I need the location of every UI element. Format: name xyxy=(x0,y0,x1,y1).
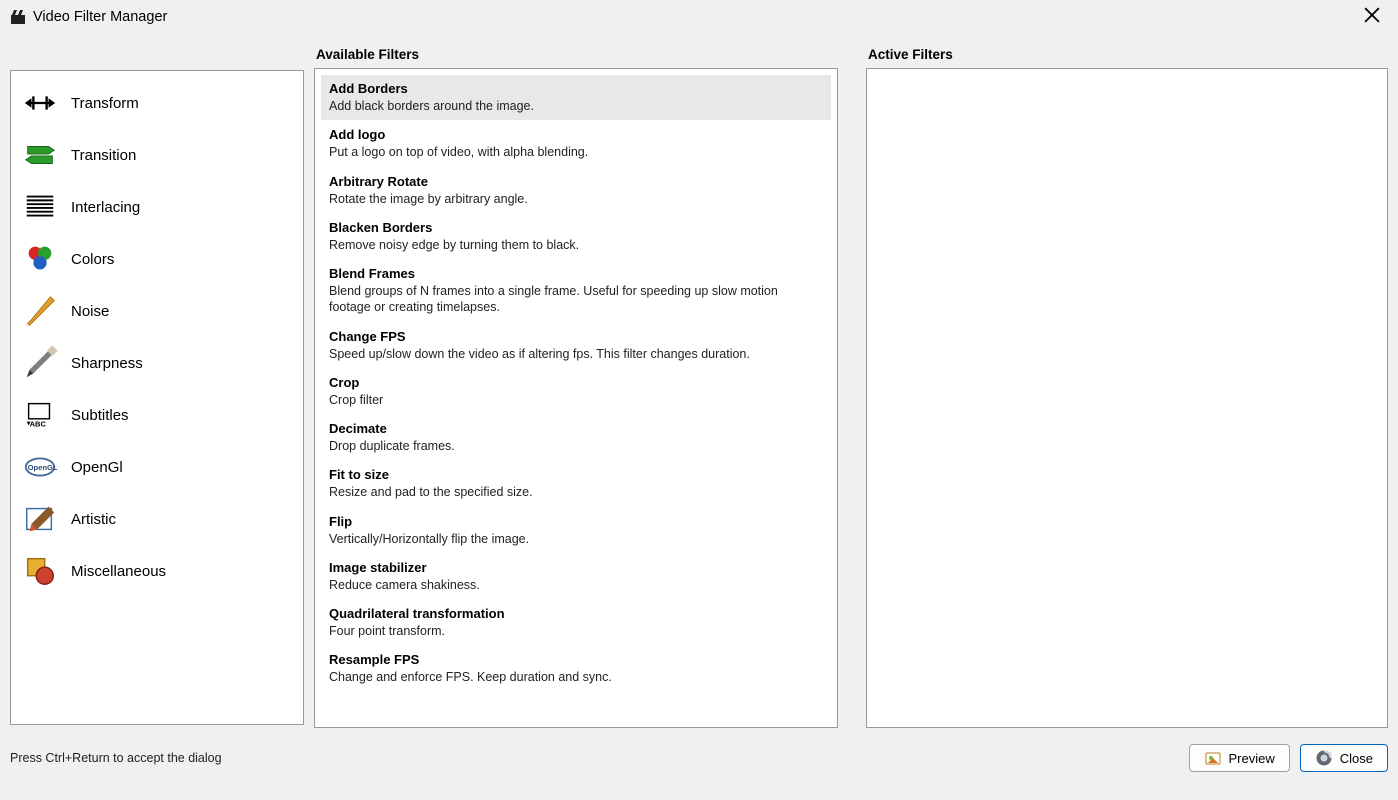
filter-item[interactable]: Crop Crop filter xyxy=(321,369,831,414)
filter-name: Blacken Borders xyxy=(329,220,823,235)
category-item-interlacing[interactable]: Interlacing xyxy=(11,181,303,233)
title-bar: Video Filter Manager xyxy=(0,0,1398,33)
filter-name: Add Borders xyxy=(329,81,823,96)
svg-text:OpenGL: OpenGL xyxy=(28,463,58,472)
close-button[interactable]: Close xyxy=(1300,744,1388,772)
filter-description: Resize and pad to the specified size. xyxy=(329,484,823,500)
filter-description: Drop duplicate frames. xyxy=(329,438,823,454)
footer-hint: Press Ctrl+Return to accept the dialog xyxy=(10,751,1179,765)
sharpness-icon xyxy=(21,344,59,382)
filter-name: Quadrilateral transformation xyxy=(329,606,823,621)
category-item-colors[interactable]: Colors xyxy=(11,233,303,285)
filter-item[interactable]: Blend Frames Blend groups of N frames in… xyxy=(321,260,831,322)
active-filters-box[interactable] xyxy=(866,68,1388,728)
filter-name: Blend Frames xyxy=(329,266,823,281)
filter-item[interactable]: Decimate Drop duplicate frames. xyxy=(321,415,831,460)
active-filters-section: Active Filters xyxy=(866,43,1388,728)
filter-name: Image stabilizer xyxy=(329,560,823,575)
window-close-button[interactable] xyxy=(1356,3,1388,31)
filter-description: Remove noisy edge by turning them to bla… xyxy=(329,237,823,253)
filter-description: Reduce camera shakiness. xyxy=(329,577,823,593)
category-item-miscellaneous[interactable]: Miscellaneous xyxy=(11,545,303,597)
filter-description: Four point transform. xyxy=(329,623,823,639)
available-filters-list[interactable]: Add Borders Add black borders around the… xyxy=(315,69,837,727)
active-filters-header: Active Filters xyxy=(866,43,1388,68)
preview-button-label: Preview xyxy=(1229,751,1275,766)
category-label: Sharpness xyxy=(71,355,143,372)
filter-item[interactable]: Resample FPS Change and enforce FPS. Kee… xyxy=(321,646,831,691)
footer: Press Ctrl+Return to accept the dialog P… xyxy=(0,738,1398,788)
category-item-opengl[interactable]: OpenGL OpenGl xyxy=(11,441,303,493)
filter-description: Crop filter xyxy=(329,392,823,408)
category-label: Artistic xyxy=(71,511,116,528)
filter-item[interactable]: Change FPS Speed up/slow down the video … xyxy=(321,323,831,368)
filter-description: Rotate the image by arbitrary angle. xyxy=(329,191,823,207)
transition-icon xyxy=(21,136,59,174)
category-item-noise[interactable]: Noise xyxy=(11,285,303,337)
available-filters-header: Available Filters xyxy=(314,43,838,68)
window-title: Video Filter Manager xyxy=(33,9,1356,25)
filter-name: Arbitrary Rotate xyxy=(329,174,823,189)
svg-text:ABC: ABC xyxy=(30,419,47,428)
filter-name: Fit to size xyxy=(329,467,823,482)
filter-name: Change FPS xyxy=(329,329,823,344)
filter-description: Add black borders around the image. xyxy=(329,98,823,114)
filter-item[interactable]: Flip Vertically/Horizontally flip the im… xyxy=(321,508,831,553)
filter-name: Resample FPS xyxy=(329,652,823,667)
colors-icon xyxy=(21,240,59,278)
filter-item[interactable]: Quadrilateral transformation Four point … xyxy=(321,600,831,645)
filter-description: Vertically/Horizontally flip the image. xyxy=(329,531,823,547)
category-label: Colors xyxy=(71,251,114,268)
category-item-artistic[interactable]: Artistic xyxy=(11,493,303,545)
miscellaneous-icon xyxy=(21,552,59,590)
filter-name: Flip xyxy=(329,514,823,529)
app-icon xyxy=(10,9,26,25)
main-content: Transform Transition Interlacing xyxy=(0,33,1398,738)
category-label: Interlacing xyxy=(71,199,140,216)
artistic-icon xyxy=(21,500,59,538)
filter-name: Decimate xyxy=(329,421,823,436)
filter-item[interactable]: Add Borders Add black borders around the… xyxy=(321,75,831,120)
filter-description: Change and enforce FPS. Keep duration an… xyxy=(329,669,823,685)
filter-item[interactable]: Add logo Put a logo on top of video, wit… xyxy=(321,121,831,166)
filter-description: Speed up/slow down the video as if alter… xyxy=(329,346,823,362)
preview-icon xyxy=(1204,749,1222,767)
filter-item[interactable]: Image stabilizer Reduce camera shakiness… xyxy=(321,554,831,599)
filter-item[interactable]: Arbitrary Rotate Rotate the image by arb… xyxy=(321,168,831,213)
available-filters-section: Available Filters Add Borders Add black … xyxy=(314,43,838,728)
noise-icon xyxy=(21,292,59,330)
opengl-icon: OpenGL xyxy=(21,448,59,486)
filter-item[interactable]: Blacken Borders Remove noisy edge by tur… xyxy=(321,214,831,259)
category-label: Subtitles xyxy=(71,407,129,424)
category-label: OpenGl xyxy=(71,459,123,476)
subtitles-icon: ABC xyxy=(21,396,59,434)
filter-description: Blend groups of N frames into a single f… xyxy=(329,283,823,316)
available-filters-box: Add Borders Add black borders around the… xyxy=(314,68,838,728)
category-item-subtitles[interactable]: ABC Subtitles xyxy=(11,389,303,441)
category-item-transition[interactable]: Transition xyxy=(11,129,303,181)
interlacing-icon xyxy=(21,188,59,226)
close-button-label: Close xyxy=(1340,751,1373,766)
category-label: Transition xyxy=(71,147,136,164)
filter-name: Add logo xyxy=(329,127,823,142)
category-label: Noise xyxy=(71,303,109,320)
filter-item[interactable]: Fit to size Resize and pad to the specif… xyxy=(321,461,831,506)
preview-button[interactable]: Preview xyxy=(1189,744,1290,772)
categories-panel: Transform Transition Interlacing xyxy=(10,70,304,725)
filter-name: Crop xyxy=(329,375,823,390)
category-item-transform[interactable]: Transform xyxy=(11,77,303,129)
transform-icon xyxy=(21,84,59,122)
close-icon xyxy=(1315,749,1333,767)
category-label: Miscellaneous xyxy=(71,563,166,580)
filter-description: Put a logo on top of video, with alpha b… xyxy=(329,144,823,160)
category-label: Transform xyxy=(71,95,139,112)
category-item-sharpness[interactable]: Sharpness xyxy=(11,337,303,389)
